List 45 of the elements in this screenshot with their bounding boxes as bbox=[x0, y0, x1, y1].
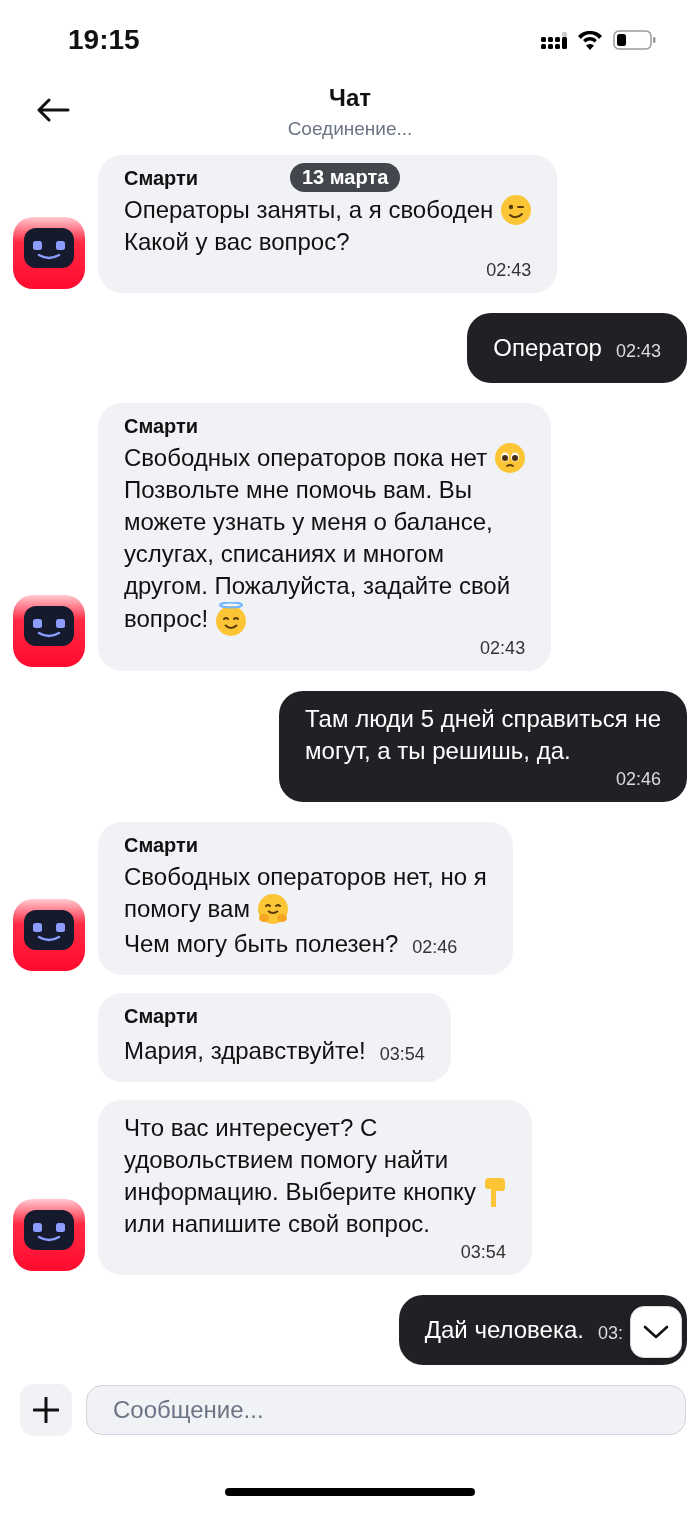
wifi-icon bbox=[577, 30, 603, 50]
message-text: Что вас интересует? С bbox=[124, 1113, 378, 1143]
message-time: 03:54 bbox=[460, 1242, 506, 1263]
message-text: услугах, списаниях и многом bbox=[124, 539, 444, 569]
back-arrow-icon[interactable] bbox=[36, 98, 70, 122]
message-text: Операторы заняты, а я свободен bbox=[124, 195, 494, 225]
plus-icon bbox=[33, 1397, 59, 1423]
signal-icon bbox=[541, 31, 567, 49]
message-text: другом. Пожалуйста, задайте свой bbox=[124, 571, 511, 601]
message-text: Свободных операторов нет, но я bbox=[124, 862, 487, 892]
chevron-down-icon bbox=[643, 1325, 669, 1339]
message-text: удовольствием помогу найти bbox=[124, 1145, 449, 1175]
message-text: Оператор bbox=[493, 333, 602, 363]
message-text: Чем могу быть полезен? bbox=[124, 929, 399, 959]
sender-name: Смарти bbox=[124, 1005, 199, 1028]
message-text: помогу вам bbox=[124, 894, 250, 924]
sender-name: Смарти bbox=[124, 834, 199, 857]
battery-icon bbox=[613, 30, 656, 50]
message-time: 02:43 bbox=[615, 340, 661, 363]
add-button[interactable] bbox=[20, 1384, 72, 1436]
message-time: 02:46 bbox=[412, 936, 458, 959]
connection-status: Соединение... bbox=[287, 118, 413, 140]
chat-title: Чат bbox=[329, 84, 371, 112]
message-text: Там люди 5 дней справиться не bbox=[305, 704, 661, 734]
scroll-down-button[interactable] bbox=[630, 1306, 682, 1358]
sender-name: Смарти bbox=[124, 167, 199, 190]
message-time: 03: bbox=[597, 1322, 623, 1345]
message-text: Какой у вас вопрос? bbox=[124, 227, 350, 257]
message-text: вопрос! bbox=[124, 604, 209, 634]
message-text: или напишите свой вопрос. bbox=[124, 1209, 430, 1239]
message-text: Мария, здравствуйте! bbox=[124, 1036, 366, 1066]
message-text: можете узнать у меня о балансе, bbox=[124, 507, 493, 537]
message-text: Дай человека. bbox=[424, 1315, 584, 1345]
message-text: могут, а ты решишь, да. bbox=[305, 736, 571, 766]
message-time: 02:43 bbox=[486, 260, 532, 281]
message-time: 02:46 bbox=[615, 769, 661, 790]
message-input[interactable]: Сообщение... bbox=[86, 1385, 686, 1435]
sender-name: Смарти bbox=[124, 415, 199, 438]
status-time: 19:15 bbox=[68, 24, 140, 56]
message-text: информацию. Выберите кнопку bbox=[124, 1177, 476, 1207]
message-text: Позвольте мне помочь вам. Вы bbox=[124, 475, 473, 505]
date-badge: 13 марта bbox=[290, 163, 401, 192]
message-time: 02:43 bbox=[480, 638, 526, 659]
message-time: 03:54 bbox=[379, 1043, 425, 1066]
message-text: Свободных операторов пока нет bbox=[124, 443, 488, 473]
